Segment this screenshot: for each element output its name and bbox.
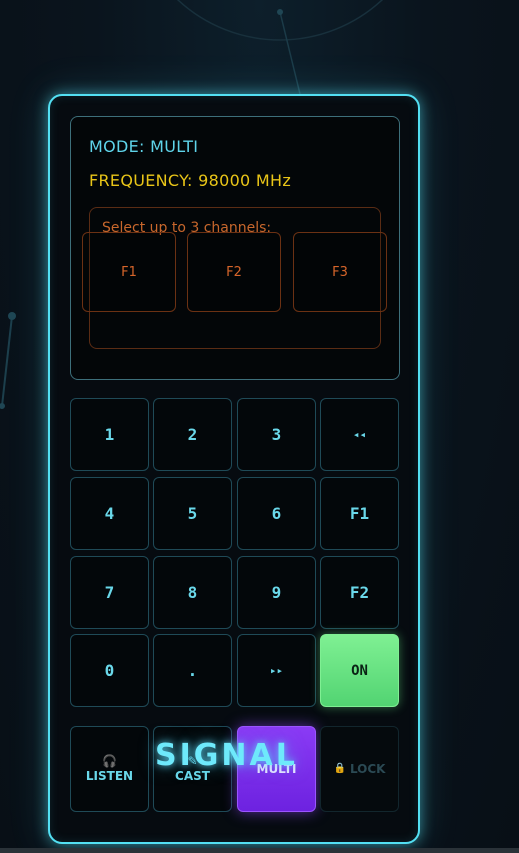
key-f1[interactable]: F1: [320, 477, 399, 550]
fast-forward-key[interactable]: ▸▸: [237, 634, 316, 707]
key-6[interactable]: 6: [237, 477, 316, 550]
key-7[interactable]: 7: [70, 556, 149, 629]
key-0[interactable]: 0: [70, 634, 149, 707]
frequency-readout: FREQUENCY: 98000 MHz: [89, 171, 292, 190]
key-f2[interactable]: F2: [320, 556, 399, 629]
lock-mode-button[interactable]: 🔒 LOCK: [320, 726, 399, 812]
rewind-key[interactable]: ◂◂: [320, 398, 399, 471]
key-dot[interactable]: .: [153, 634, 232, 707]
power-on-button[interactable]: ON: [320, 634, 399, 707]
listen-mode-button[interactable]: 🎧 LISTEN: [70, 726, 149, 812]
key-9[interactable]: 9: [237, 556, 316, 629]
lock-icon: 🔒: [333, 763, 346, 774]
channel-button-f2[interactable]: F2: [187, 232, 281, 312]
key-2[interactable]: 2: [153, 398, 232, 471]
headphones-icon: 🎧: [102, 754, 117, 768]
key-3[interactable]: 3: [237, 398, 316, 471]
channel-button-f3[interactable]: F3: [293, 232, 387, 312]
cast-mode-button[interactable]: ✎ CAST: [153, 726, 232, 812]
cast-icon: ✎: [187, 754, 198, 768]
lock-label: LOCK: [349, 762, 386, 776]
radio-device: MODE: MULTI FREQUENCY: 98000 MHz Select …: [48, 94, 420, 844]
cast-label: CAST: [175, 769, 210, 783]
key-8[interactable]: 8: [153, 556, 232, 629]
key-1[interactable]: 1: [70, 398, 149, 471]
key-4[interactable]: 4: [70, 477, 149, 550]
multi-mode-button[interactable]: MULTI: [237, 726, 316, 812]
listen-label: LISTEN: [85, 769, 134, 783]
channel-button-f1[interactable]: F1: [82, 232, 176, 312]
key-5[interactable]: 5: [153, 477, 232, 550]
mode-readout: MODE: MULTI: [89, 137, 199, 156]
multi-label: MULTI: [256, 762, 297, 776]
bottom-edge: [0, 848, 519, 853]
